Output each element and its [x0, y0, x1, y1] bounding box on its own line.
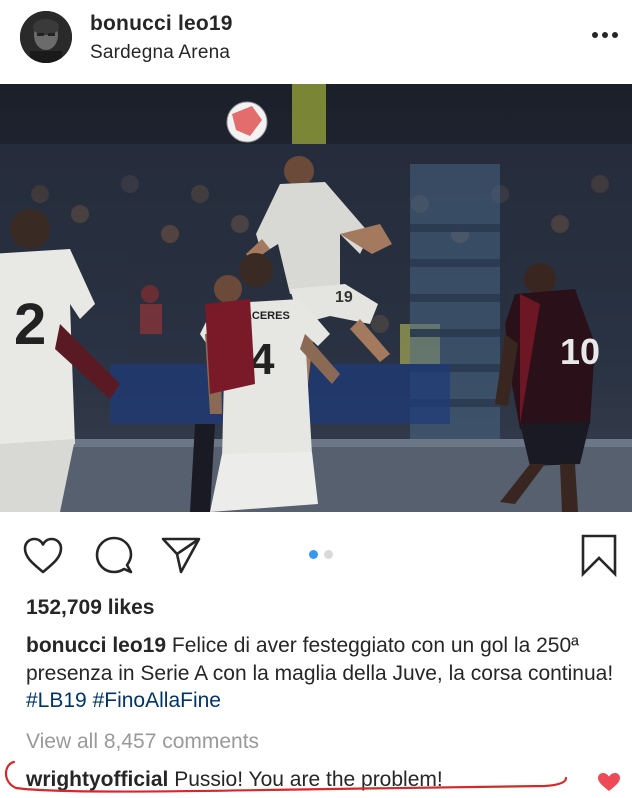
carousel-dot: [324, 550, 333, 559]
post-header: bonucci leo19 Sardegna Arena: [0, 0, 632, 84]
jersey-left-number: 2: [14, 292, 46, 357]
comment-button[interactable]: [94, 535, 134, 575]
bookmark-icon: [581, 534, 617, 578]
save-button[interactable]: [580, 533, 618, 578]
post-username[interactable]: bonucci leo19: [90, 12, 233, 36]
more-icon: [592, 32, 618, 38]
post-location[interactable]: Sardegna Arena: [90, 42, 230, 64]
avatar-photo: [20, 11, 72, 63]
share-button[interactable]: [160, 535, 202, 575]
hashtag-link[interactable]: #FinoAllaFine: [93, 689, 221, 712]
heart-icon: [598, 773, 620, 791]
heart-icon: [23, 537, 63, 574]
more-options-button[interactable]: [590, 28, 620, 42]
comment-icon: [95, 536, 133, 574]
comment-text: Pussio! You are the problem!: [174, 768, 443, 791]
scorer-number: 19: [335, 289, 353, 306]
like-button[interactable]: [22, 536, 64, 576]
comment-item: wrightyofficial Pussio! You are the prob…: [26, 768, 443, 792]
post-caption: bonucci leo19 Felice di aver festeggiato…: [26, 632, 616, 715]
comment-username[interactable]: wrightyofficial: [26, 768, 168, 791]
jersey-right-number: 10: [560, 331, 600, 372]
carousel-indicator: [306, 550, 338, 560]
like-count[interactable]: 152,709 likes: [26, 596, 154, 620]
caption-username[interactable]: bonucci leo19: [26, 634, 166, 657]
comment-like-button[interactable]: [597, 772, 621, 792]
post-action-bar: [0, 512, 632, 592]
football-match-image: 19 CACERES 4 2 10: [0, 84, 632, 512]
share-icon: [161, 537, 201, 574]
avatar[interactable]: [20, 11, 72, 63]
view-all-comments-link[interactable]: View all 8,457 comments: [26, 730, 259, 754]
post-photo[interactable]: 19 CACERES 4 2 10: [0, 84, 632, 512]
hashtag-link[interactable]: #LB19: [26, 689, 87, 712]
carousel-dot-active: [309, 550, 318, 559]
